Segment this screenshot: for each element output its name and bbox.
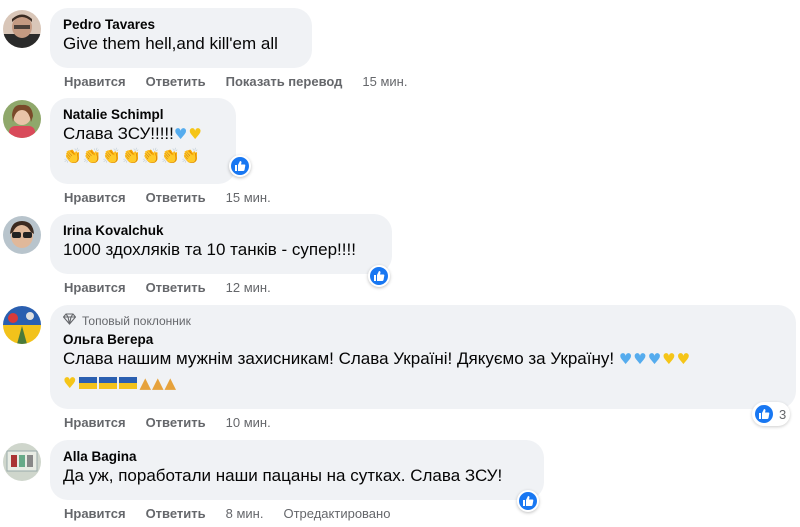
blue-heart-emoji: ♥ [173,125,189,143]
avatar[interactable] [3,100,41,138]
reaction-count: 3 [779,406,787,422]
comment-text: Слава нашим мужнім захисникам! Слава Укр… [63,348,782,370]
badge-label: Топовый поклонник [82,313,191,328]
comment-author[interactable]: Irina Kovalchuk [63,222,378,239]
reply-button[interactable]: Ответить [146,280,206,296]
comment-author[interactable]: Pedro Tavares [63,16,298,33]
avatar[interactable] [3,443,41,481]
praying-hands-emoji: ▲▲▲ [139,374,178,392]
clapping-hands-emoji-line: 👏👏👏👏👏👏👏 [63,147,201,165]
comment-actions: Нравится Ответить 12 мин. [64,280,291,296]
comment-timestamp[interactable]: 10 мин. [226,415,271,431]
comment-bubble: Alla Bagina Да уж, поработали наши пацан… [50,440,544,500]
comment-bubble: Irina Kovalchuk 1000 здохляків та 10 тан… [50,214,392,274]
flags-and-prayers-emoji-line: ♥ ▲▲▲ [63,372,782,394]
show-translation-button[interactable]: Показать перевод [226,74,343,90]
yellow-heart-emoji: ♥ [63,374,78,392]
like-button[interactable]: Нравится [64,415,126,431]
avatar[interactable] [3,10,41,48]
thumbs-up-reaction-icon[interactable] [229,155,251,177]
comment-text: 1000 здохляків та 10 танків - супер!!!! [63,240,356,259]
comment-author[interactable]: Natalie Schimpl [63,106,222,123]
comment-bubble: Pedro Tavares Give them hell,and kill'em… [50,8,312,68]
comment-bubble: Топовый поклонник Ольга Вегера Слава наш… [50,305,796,409]
ukraine-flag-emoji [99,377,118,389]
comment-actions: Нравится Ответить 15 мин. [64,190,291,206]
diamond-badge-icon [62,313,77,329]
like-button[interactable]: Нравится [64,74,126,90]
comment-text: Give them hell,and kill'em all [63,34,278,53]
top-fan-badge: Топовый поклонник [62,313,782,329]
comment-actions: Нравится Ответить 8 мин. Отредактировано [64,506,410,522]
comment-actions: Нравится Ответить 10 мин. [64,415,291,431]
comment-timestamp[interactable]: 8 мин. [226,506,264,522]
hearts-emoji-group: ♥♥♥♥♥ [618,350,692,368]
like-button[interactable]: Нравится [64,190,126,206]
thumbs-up-reaction-icon[interactable] [517,490,539,512]
comment-timestamp[interactable]: 12 мин. [226,280,271,296]
yellow-heart-emoji: ♥ [188,125,203,143]
thumbs-up-reaction-icon[interactable] [368,265,390,287]
like-button[interactable]: Нравится [64,506,126,522]
reply-button[interactable]: Ответить [146,190,206,206]
comment-text-body: Слава ЗСУ!!!!! [63,124,174,143]
reply-button[interactable]: Ответить [146,74,206,90]
comment-actions: Нравится Ответить Показать перевод 15 ми… [64,74,427,90]
edited-label[interactable]: Отредактировано [283,506,390,522]
comment-bubble: Natalie Schimpl Слава ЗСУ!!!!!♥♥ 👏👏👏👏👏👏👏 [50,98,236,184]
reply-button[interactable]: Ответить [146,415,206,431]
comment-text: Слава ЗСУ!!!!!♥♥ [63,123,222,145]
avatar[interactable] [3,306,41,344]
thumbs-up-reaction-icon [753,403,775,425]
like-button[interactable]: Нравится [64,280,126,296]
ukraine-flag-emoji [79,377,98,389]
reaction-summary[interactable]: 3 [752,402,791,426]
comment-author[interactable]: Alla Bagina [63,448,530,465]
comment-author[interactable]: Ольга Вегера [63,331,782,348]
avatar[interactable] [3,216,41,254]
ukraine-flag-emoji [119,377,138,389]
comment-timestamp[interactable]: 15 мин. [226,190,271,206]
comment-text: Да уж, поработали наши пацаны на сутках.… [63,466,503,485]
comment-timestamp[interactable]: 15 мин. [362,74,407,90]
comment-text-body: Слава нашим мужнім захисникам! Слава Укр… [63,349,615,368]
reply-button[interactable]: Ответить [146,506,206,522]
